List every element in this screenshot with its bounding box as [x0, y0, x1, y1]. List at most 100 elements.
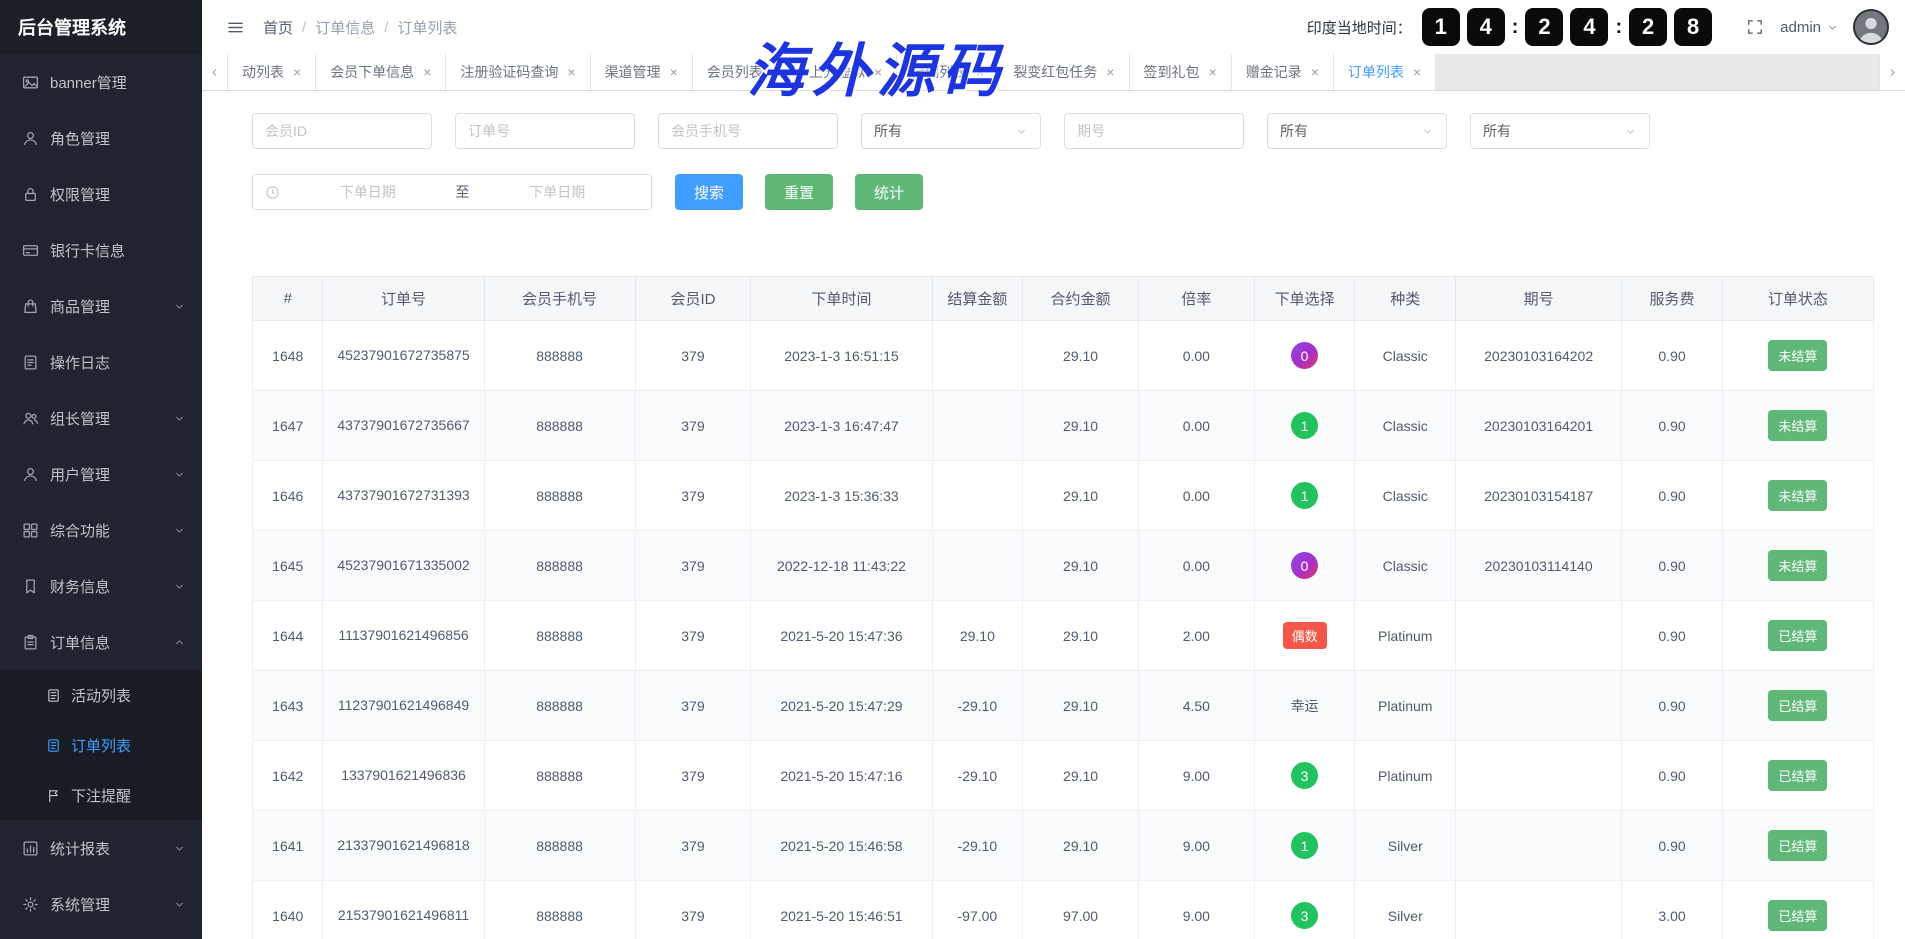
orders-table: #订单号会员手机号会员ID下单时间结算金额合约金额倍率下单选择种类期号服务费订单…	[252, 276, 1874, 939]
cell-kind: Platinum	[1355, 671, 1456, 741]
cell-id: 1646	[253, 461, 323, 531]
sidebar-item-0[interactable]: banner管理	[0, 54, 202, 110]
cell-multiple: 2.00	[1138, 601, 1254, 671]
tab-close-icon[interactable]: ×	[567, 65, 575, 79]
tab-label: 订单列表	[1348, 62, 1404, 82]
sidebar-subitem-10-2[interactable]: 下注提醒	[0, 770, 202, 820]
hamburger-icon[interactable]	[226, 18, 245, 37]
col-header-11: 服务费	[1622, 277, 1723, 321]
chevron-down-icon	[1015, 125, 1028, 138]
sidebar-item-7[interactable]: 用户管理	[0, 446, 202, 502]
cell-choice: 1	[1254, 811, 1355, 881]
sidebar-item-9[interactable]: 财务信息	[0, 558, 202, 614]
reset-button[interactable]: 重置	[765, 174, 833, 210]
avatar[interactable]	[1853, 9, 1889, 45]
sidebar-subitem-10-0[interactable]: 活动列表	[0, 670, 202, 720]
cell-contract: 29.10	[1023, 741, 1139, 811]
cell-settle: -29.10	[932, 741, 1023, 811]
tab-10[interactable]: 订单列表 ×	[1334, 54, 1436, 90]
tab-8[interactable]: 签到礼包×	[1130, 54, 1232, 90]
tab-close-icon[interactable]: ×	[1311, 65, 1319, 79]
tab-close-icon[interactable]: ×	[670, 65, 678, 79]
tab-label: 裂变红包任务	[1013, 62, 1097, 82]
cell-member_id: 379	[635, 461, 751, 531]
cell-order_no: 43737901672731393	[323, 461, 484, 531]
tab-close-icon[interactable]: ×	[423, 65, 431, 79]
cell-period	[1456, 881, 1622, 939]
cell-period: 20230103164201	[1456, 391, 1622, 461]
tab-3[interactable]: 渠道管理×	[591, 54, 693, 90]
order-number: 43737901672735667	[337, 417, 469, 433]
cell-status: 未结算	[1722, 321, 1873, 391]
cell-fee: 0.90	[1622, 601, 1723, 671]
col-header-1: 订单号	[323, 277, 484, 321]
tab-2[interactable]: 注册验证码查询×	[446, 54, 590, 90]
sidebar-item-4[interactable]: 商品管理	[0, 278, 202, 334]
tab-close-icon[interactable]: ×	[1209, 65, 1217, 79]
status-badge: 已结算	[1768, 830, 1827, 861]
clock: 14:24:28	[1422, 8, 1712, 46]
tab-5[interactable]: 上分虚拟×	[795, 54, 897, 90]
tab-close-icon[interactable]: ×	[1413, 65, 1421, 79]
cell-settle	[932, 531, 1023, 601]
tab-close-icon[interactable]: ×	[1106, 65, 1114, 79]
fullscreen-icon[interactable]	[1746, 18, 1764, 36]
sidebar-item-3[interactable]: 银行卡信息	[0, 222, 202, 278]
sidebar-item-1[interactable]: 角色管理	[0, 110, 202, 166]
sidebar-item-label: 系统管理	[50, 894, 162, 915]
cell-time: 2023-1-3 16:51:15	[751, 321, 932, 391]
sidebar-item-2[interactable]: 权限管理	[0, 166, 202, 222]
tab-7[interactable]: 裂变红包任务 ×	[999, 54, 1129, 90]
tabs: 动列表×会员下单信息×注册验证码查询×渠道管理×会员列表×上分虚拟×分佣列表×裂…	[228, 54, 1879, 90]
cell-order_no: 45237901672735875	[323, 321, 484, 391]
cell-member_id: 379	[635, 321, 751, 391]
cell-time: 2021-5-20 15:47:29	[751, 671, 932, 741]
tab-9[interactable]: 赠金记录×	[1232, 54, 1334, 90]
sidebar-item-10[interactable]: 订单信息	[0, 614, 202, 670]
date-range-picker[interactable]: 下单日期 至 下单日期	[252, 174, 652, 210]
status-badge: 已结算	[1768, 690, 1827, 721]
cell-period	[1456, 741, 1622, 811]
tab-close-icon[interactable]: ×	[976, 65, 984, 79]
cell-time: 2023-1-3 15:36:33	[751, 461, 932, 531]
cell-multiple: 0.00	[1138, 321, 1254, 391]
breadcrumb-item-0[interactable]: 首页	[263, 17, 293, 38]
filter-input-4[interactable]	[1077, 123, 1231, 139]
choice-ball: 3	[1291, 762, 1318, 789]
filter-input-2[interactable]	[671, 123, 825, 139]
filter-select-5[interactable]: 所有	[1267, 113, 1447, 149]
sidebar-submenu: 活动列表订单列表下注提醒	[0, 670, 202, 820]
search-button[interactable]: 搜索	[675, 174, 743, 210]
sidebar-item-6[interactable]: 组长管理	[0, 390, 202, 446]
sidebar-subitem-label: 活动列表	[71, 685, 202, 706]
sidebar-item-11[interactable]: 统计报表	[0, 820, 202, 876]
status-badge: 已结算	[1768, 760, 1827, 791]
tab-scroll-left-button[interactable]	[202, 54, 228, 90]
tab-0[interactable]: 动列表×	[228, 54, 316, 90]
tab-close-icon[interactable]: ×	[874, 65, 882, 79]
clock-digit-1: 4	[1467, 8, 1505, 46]
admin-dropdown[interactable]: admin	[1780, 19, 1839, 36]
tab-6[interactable]: 分佣列表×	[897, 54, 999, 90]
filter-select-6[interactable]: 所有	[1470, 113, 1650, 149]
tab-4[interactable]: 会员列表×	[693, 54, 795, 90]
cell-fee: 0.90	[1622, 531, 1723, 601]
sidebar-item-12[interactable]: 系统管理	[0, 876, 202, 932]
breadcrumb-item-1[interactable]: 订单信息	[315, 17, 375, 38]
tab-1[interactable]: 会员下单信息×	[316, 54, 446, 90]
role-icon	[22, 130, 39, 147]
stats-button[interactable]: 统计	[855, 174, 923, 210]
sidebar-item-8[interactable]: 综合功能	[0, 502, 202, 558]
cell-member_id: 379	[635, 671, 751, 741]
filter-input-0[interactable]	[265, 123, 419, 139]
tab-close-icon[interactable]: ×	[772, 65, 780, 79]
cell-multiple: 0.00	[1138, 461, 1254, 531]
tab-scroll-right-button[interactable]	[1879, 54, 1905, 90]
sidebar-subitem-10-1[interactable]: 订单列表	[0, 720, 202, 770]
filter-select-3[interactable]: 所有	[861, 113, 1041, 149]
sidebar-item-5[interactable]: 操作日志	[0, 334, 202, 390]
tab-close-icon[interactable]: ×	[293, 65, 301, 79]
cell-id: 1641	[253, 811, 323, 881]
filter-input-1[interactable]	[468, 123, 622, 139]
sidebar-item-label: 综合功能	[50, 520, 162, 541]
